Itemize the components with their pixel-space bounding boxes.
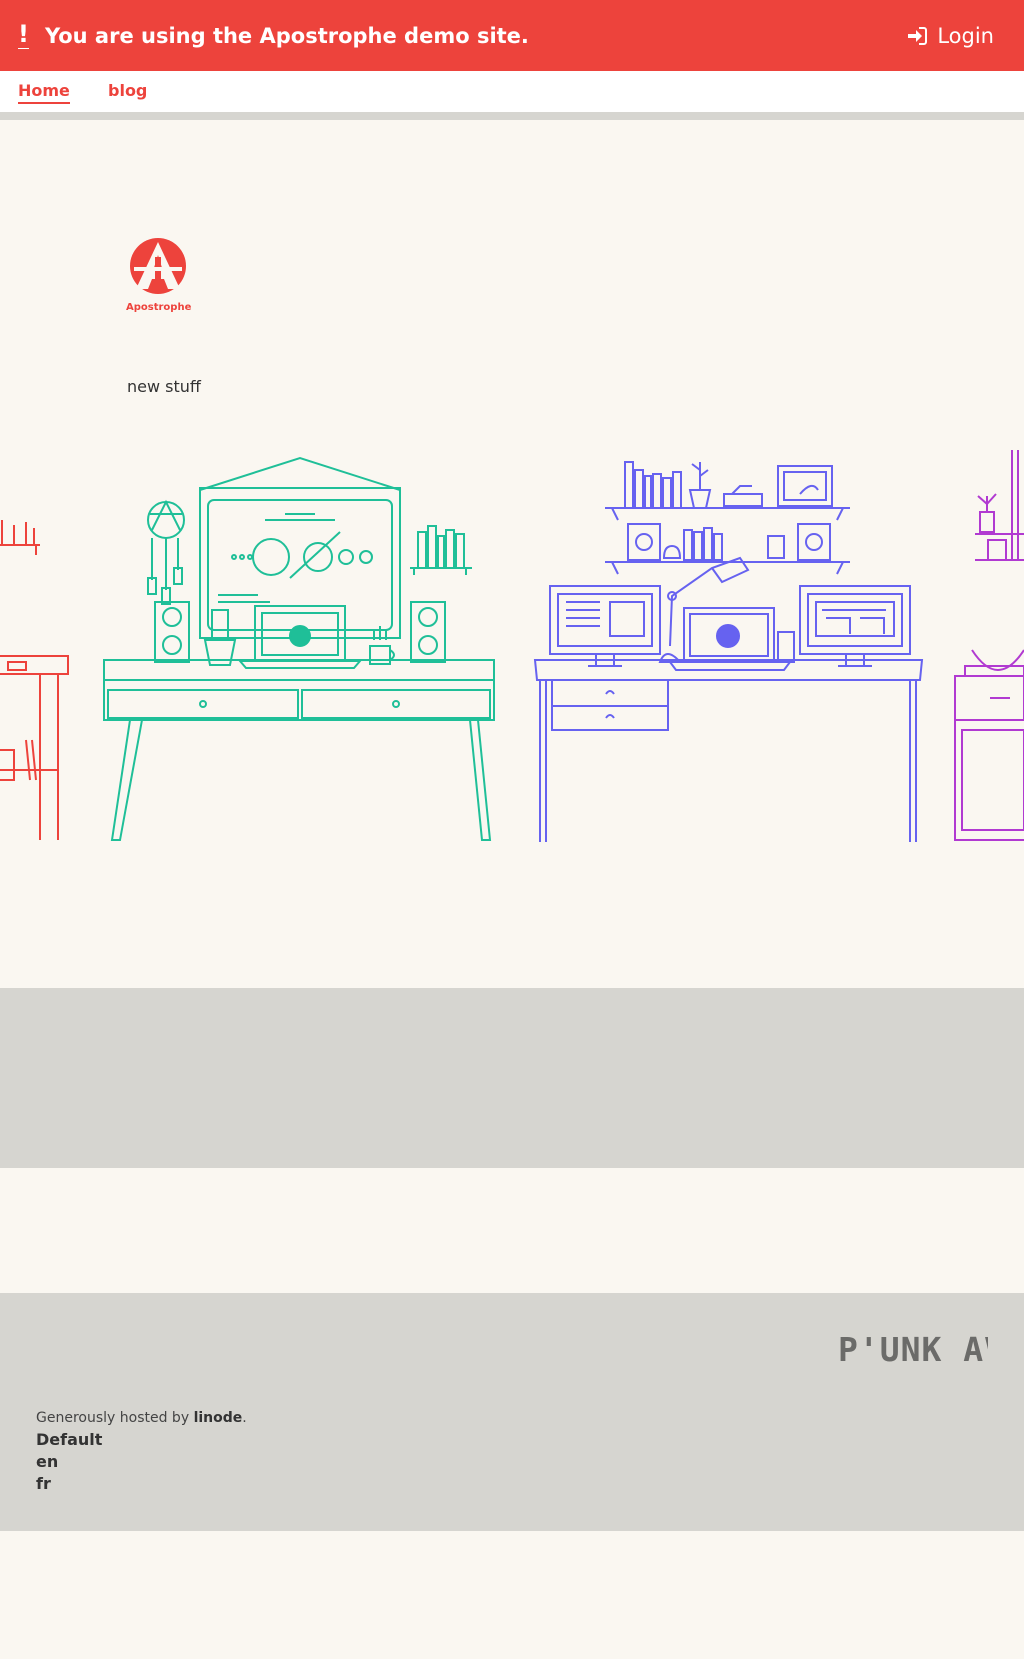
locale-link-default[interactable]: Default <box>36 1430 102 1449</box>
locale-link-en[interactable]: en <box>36 1452 58 1471</box>
demo-banner: ! You are using the Apostrophe demo site… <box>0 0 1024 71</box>
hosted-suffix: . <box>242 1410 247 1426</box>
punk-ave-logo[interactable]: P'UNK AVE <box>838 1330 1024 1369</box>
green-desk-illustration <box>103 456 495 841</box>
hosted-prefix: Generously hosted by <box>36 1410 194 1426</box>
locale-link-fr[interactable]: fr <box>36 1474 51 1493</box>
apostrophe-logo-icon <box>130 238 186 294</box>
demo-message: You are using the Apostrophe demo site. <box>44 23 529 48</box>
logo-brand-text: Apostrophe <box>126 302 192 313</box>
footer: P'UNK AVE Generously hosted by linode. D… <box>0 1293 1024 1531</box>
punk-ave-logo-text: P'UNK AVE <box>838 1331 988 1365</box>
nav-item-blog[interactable]: blog <box>108 81 147 100</box>
hero-tagline: new stuff <box>127 377 201 396</box>
login-label: Login <box>937 23 994 48</box>
hosted-by-text: Generously hosted by linode. <box>36 1410 247 1426</box>
alert-icon: ! <box>18 20 29 49</box>
magenta-desk-illustration <box>954 450 1024 841</box>
red-desk-illustration <box>0 520 69 840</box>
blue-desk-illustration <box>533 461 924 842</box>
login-button[interactable]: Login <box>907 24 1006 48</box>
nav-item-home[interactable]: Home <box>18 81 70 104</box>
sign-in-icon <box>908 26 928 45</box>
apostrophe-logo[interactable]: Apostrophe <box>126 237 192 313</box>
desk-illustration <box>0 450 1024 842</box>
linode-link[interactable]: linode <box>194 1410 243 1426</box>
content-band <box>0 988 1024 1168</box>
main-nav: Home blog <box>0 71 1024 120</box>
punk-ave-logo-icon: P'UNK AVE <box>838 1330 1024 1369</box>
